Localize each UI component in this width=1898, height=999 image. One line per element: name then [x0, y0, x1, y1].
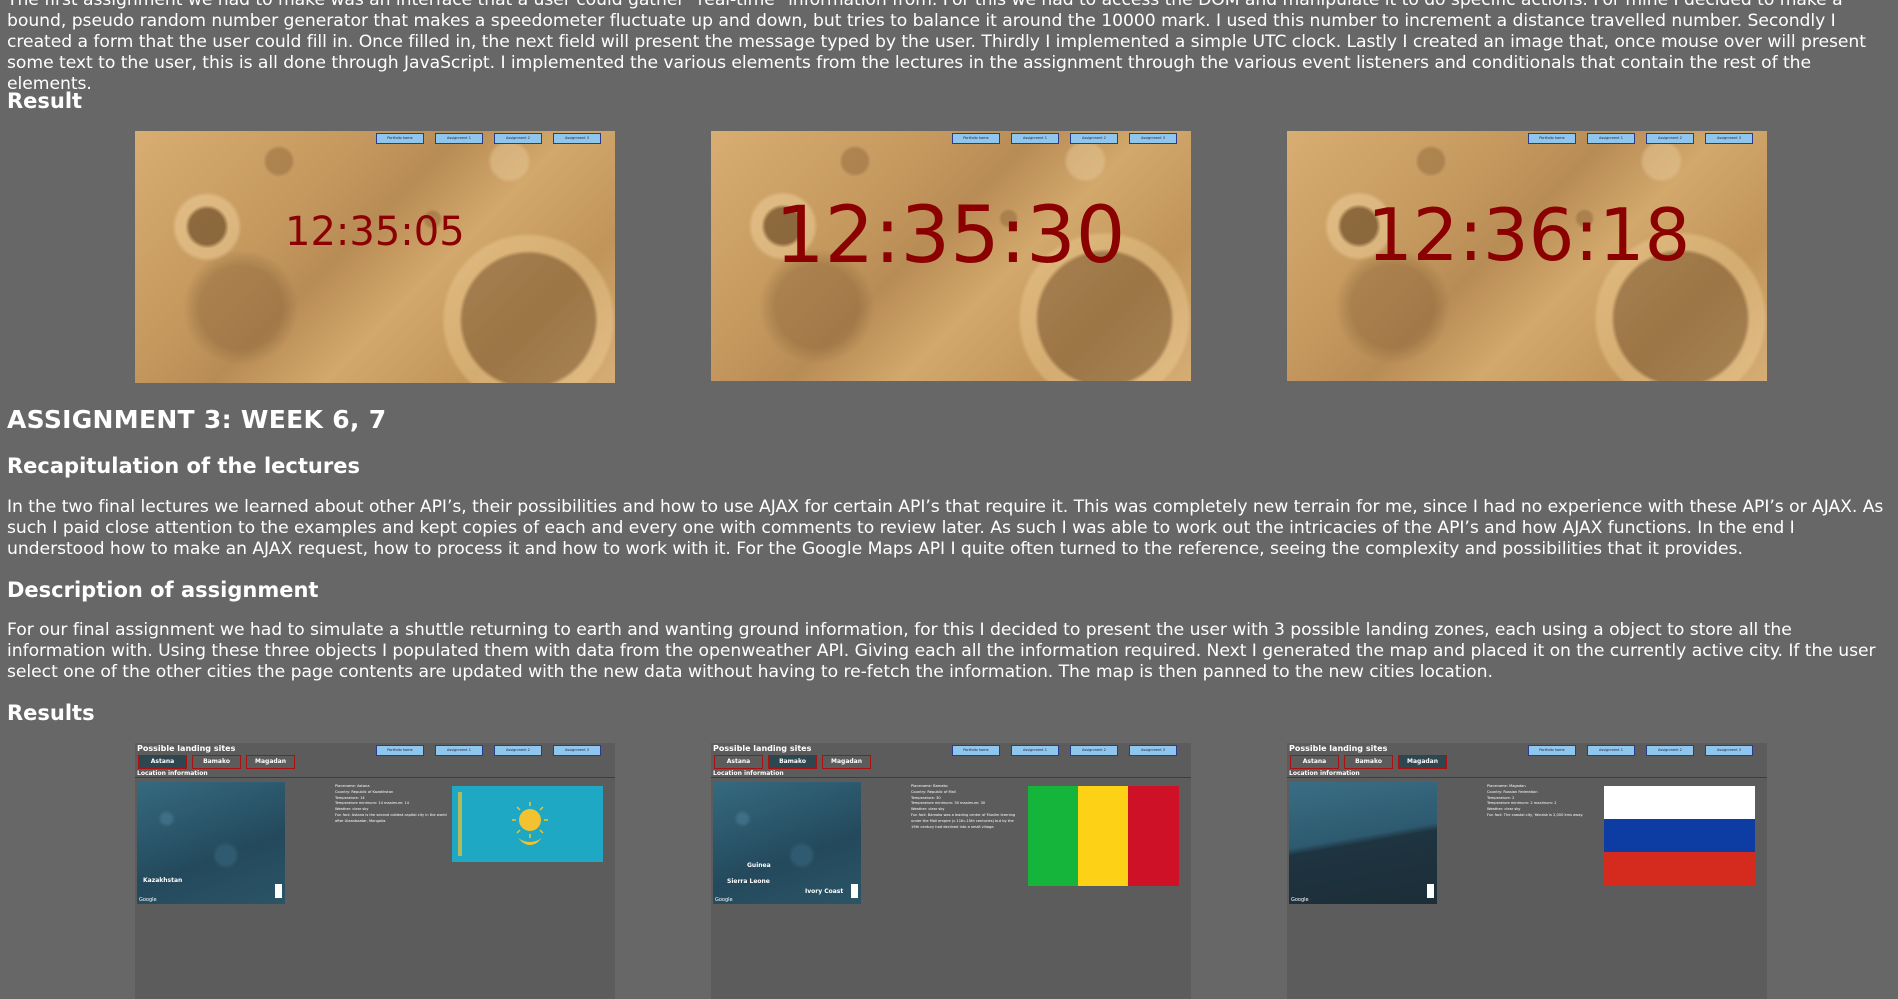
city-button-bamako[interactable]: Bamako	[192, 755, 241, 769]
kazakhstan-flag	[452, 786, 603, 862]
nav-assignment-1[interactable]: Assignment 1	[435, 133, 483, 144]
nav-buttons: Portfolio home Assignment 1 Assignment 2…	[376, 745, 601, 756]
results-heading: Results	[7, 701, 95, 725]
google-logo: Google	[139, 897, 157, 903]
map-label: Ivory Coast	[805, 888, 844, 895]
nav-portfolio-home[interactable]: Portfolio home	[952, 745, 1000, 756]
nav-assignment-3[interactable]: Assignment 3	[1705, 745, 1753, 756]
nav-assignment-2[interactable]: Assignment 2	[1646, 745, 1694, 756]
utc-clock: 12:36:18	[1367, 193, 1691, 277]
nav-assignment-1[interactable]: Assignment 1	[435, 745, 483, 756]
app-title: Possible landing sites	[713, 744, 812, 753]
description-text: For our final assignment we had to simul…	[7, 620, 1876, 682]
nav-assignment-1[interactable]: Assignment 1	[1011, 745, 1059, 756]
info-fun-fact: Fun fact: The coastal city, Yakutsk is 2…	[1487, 812, 1584, 817]
zoom-control[interactable]	[275, 884, 282, 898]
divider	[1287, 777, 1767, 778]
location-info: Placename: Bamako Country: Republic of M…	[911, 784, 1023, 830]
clock-screenshot-1: Portfolio home Assignment 1 Assignment 2…	[135, 131, 615, 383]
divider	[135, 777, 615, 778]
divider	[711, 777, 1191, 778]
nav-buttons: Portfolio home Assignment 1 Assignment 2…	[952, 133, 1177, 144]
nav-assignment-3[interactable]: Assignment 3	[1129, 133, 1177, 144]
recap-text: In the two final lectures we learned abo…	[7, 497, 1884, 559]
nav-assignment-1[interactable]: Assignment 1	[1587, 745, 1635, 756]
description-heading: Description of assignment	[7, 578, 319, 602]
landing-sites-screenshot-2: Possible landing sites Portfolio home As…	[711, 743, 1191, 999]
nav-portfolio-home[interactable]: Portfolio home	[1528, 133, 1576, 144]
location-info: Placename: Magadan Country: Russian Fede…	[1487, 784, 1599, 819]
utc-clock: 12:35:05	[285, 209, 465, 255]
nav-buttons: Portfolio home Assignment 1 Assignment 2…	[1528, 133, 1753, 144]
city-tabs: Astana Bamako Magadan	[138, 755, 295, 769]
nav-assignment-2[interactable]: Assignment 2	[1070, 745, 1118, 756]
clock-screenshot-3: Portfolio home Assignment 1 Assignment 2…	[1287, 131, 1767, 381]
nav-portfolio-home[interactable]: Portfolio home	[376, 133, 424, 144]
app-title: Possible landing sites	[1289, 744, 1388, 753]
nav-assignment-2[interactable]: Assignment 2	[494, 745, 542, 756]
utc-clock: 12:35:30	[775, 191, 1126, 281]
google-logo: Google	[1291, 897, 1309, 903]
google-map[interactable]: Kazakhstan Google	[137, 782, 285, 904]
location-info-title: Location information	[1289, 770, 1360, 777]
zoom-control[interactable]	[1427, 884, 1434, 898]
nav-assignment-3[interactable]: Assignment 3	[553, 133, 601, 144]
nav-buttons: Portfolio home Assignment 1 Assignment 2…	[952, 745, 1177, 756]
google-map[interactable]: Guinea Sierra Leone Ivory Coast Google	[713, 782, 861, 904]
city-button-bamako[interactable]: Bamako	[768, 755, 817, 769]
assignment3-title: ASSIGNMENT 3: WEEK 6, 7	[7, 405, 387, 434]
nav-portfolio-home[interactable]: Portfolio home	[376, 745, 424, 756]
recap-heading: Recapitulation of the lectures	[7, 454, 360, 478]
nav-assignment-1[interactable]: Assignment 1	[1011, 133, 1059, 144]
city-button-astana[interactable]: Astana	[714, 755, 763, 769]
google-logo: Google	[715, 897, 733, 903]
nav-buttons: Portfolio home Assignment 1 Assignment 2…	[1528, 745, 1753, 756]
nav-assignment-1[interactable]: Assignment 1	[1587, 133, 1635, 144]
nav-assignment-2[interactable]: Assignment 2	[1646, 133, 1694, 144]
clock-screenshot-2: Portfolio home Assignment 1 Assignment 2…	[711, 131, 1191, 381]
nav-assignment-3[interactable]: Assignment 3	[1705, 133, 1753, 144]
city-button-astana[interactable]: Astana	[1290, 755, 1339, 769]
nav-assignment-2[interactable]: Assignment 2	[1070, 133, 1118, 144]
city-tabs: Astana Bamako Magadan	[714, 755, 871, 769]
result-heading: Result	[7, 89, 83, 113]
mali-flag	[1028, 786, 1179, 886]
city-button-magadan[interactable]: Magadan	[822, 755, 871, 769]
location-info-title: Location information	[713, 770, 784, 777]
russia-flag	[1604, 786, 1755, 886]
city-tabs: Astana Bamako Magadan	[1290, 755, 1447, 769]
assignment2-intro-text: The first assignment we had to make was …	[7, 0, 1866, 94]
map-label: Kazakhstan	[143, 877, 183, 884]
zoom-control[interactable]	[851, 884, 858, 898]
city-button-magadan[interactable]: Magadan	[1398, 755, 1447, 769]
info-fun-fact: Fun fact: Astana is the second coldest c…	[335, 812, 447, 823]
landing-sites-screenshot-3: Possible landing sites Portfolio home As…	[1287, 743, 1767, 999]
location-info-title: Location information	[137, 770, 208, 777]
nav-assignment-2[interactable]: Assignment 2	[494, 133, 542, 144]
nav-portfolio-home[interactable]: Portfolio home	[952, 133, 1000, 144]
nav-assignment-3[interactable]: Assignment 3	[553, 745, 601, 756]
location-info: Placename: Astana Country: Republic of K…	[335, 784, 447, 825]
app-title: Possible landing sites	[137, 744, 236, 753]
city-button-astana[interactable]: Astana	[138, 755, 187, 769]
map-label: Guinea	[747, 862, 771, 869]
google-map[interactable]: Google	[1289, 782, 1437, 904]
landing-sites-screenshot-1: Possible landing sites Portfolio home As…	[135, 743, 615, 999]
map-label: Sierra Leone	[727, 878, 770, 885]
nav-assignment-3[interactable]: Assignment 3	[1129, 745, 1177, 756]
city-button-bamako[interactable]: Bamako	[1344, 755, 1393, 769]
nav-portfolio-home[interactable]: Portfolio home	[1528, 745, 1576, 756]
info-fun-fact: Fun fact: Bamako was a leading center of…	[911, 812, 1016, 829]
city-button-magadan[interactable]: Magadan	[246, 755, 295, 769]
nav-buttons: Portfolio home Assignment 1 Assignment 2…	[376, 133, 601, 144]
